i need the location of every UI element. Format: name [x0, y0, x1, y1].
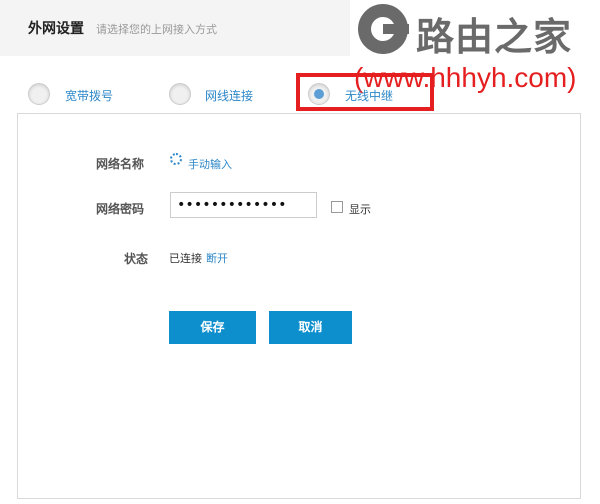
disconnect-link[interactable]: 断开 [206, 250, 228, 266]
status-label: 状态 [124, 252, 149, 266]
watermark-logo-icon [358, 4, 409, 54]
network-name-label: 网络名称 [96, 157, 145, 171]
cancel-button[interactable]: 取消 [269, 311, 352, 344]
password-label: 网络密码 [96, 202, 145, 216]
radio-pppoe[interactable] [28, 83, 50, 105]
radio-label-wired[interactable]: 网线连接 [205, 87, 253, 104]
page-title: 外网设置 [28, 21, 84, 37]
radio-wired[interactable] [169, 83, 191, 105]
manual-input-link[interactable]: 手动输入 [188, 156, 232, 172]
status-value: 已连接 [169, 252, 202, 265]
page-subtitle: 请选择您的上网接入方式 [96, 23, 217, 36]
watermark-name: 路由之家 [416, 15, 573, 59]
password-input[interactable]: ••••••••••••• [170, 192, 317, 218]
selection-highlight-box [296, 73, 434, 111]
radio-label-pppoe[interactable]: 宽带拨号 [65, 87, 113, 104]
show-password-label[interactable]: 显示 [349, 201, 371, 217]
loading-spinner-icon [170, 153, 182, 165]
show-password-checkbox[interactable] [331, 201, 343, 213]
save-button[interactable]: 保存 [169, 311, 256, 344]
